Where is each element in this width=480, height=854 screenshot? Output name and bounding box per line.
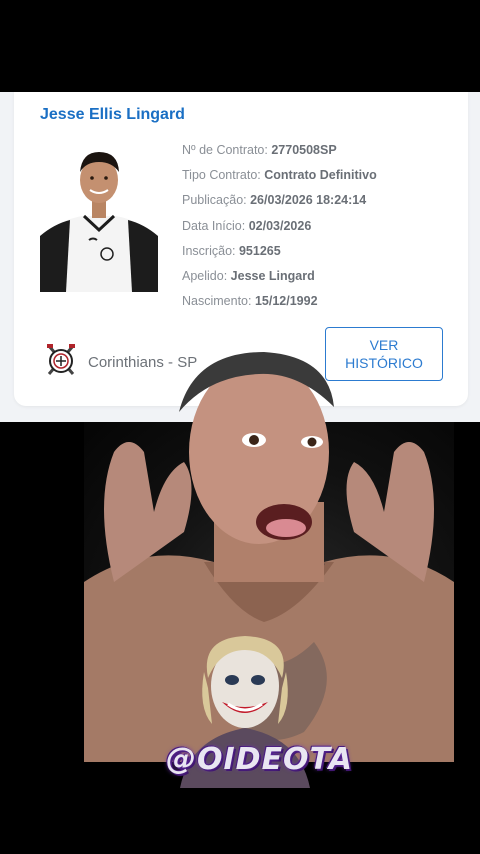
info-row-registration: Inscrição: 951265 <box>182 243 281 258</box>
info-row-nickname: Apelido: Jesse Lingard <box>182 268 315 283</box>
info-row-contract-number: Nº de Contrato: 2770508SP <box>182 143 337 157</box>
player-name[interactable]: Jesse Ellis Lingard <box>40 106 185 124</box>
info-row-publication: Publicação: 26/03/2026 18:24:14 <box>182 193 367 208</box>
top-black-bar <box>0 0 480 92</box>
info-row-start-date: Data Início: 02/03/2026 <box>182 218 312 233</box>
club-crest-icon <box>44 340 78 385</box>
watermark-handle: @OIDEOTA <box>166 742 353 777</box>
info-row-birth-date: Nascimento: 15/12/1992 <box>182 294 318 309</box>
info-row-contract-type: Tipo Contrato: Contrato Definitivo <box>182 168 377 183</box>
player-photo <box>40 144 158 292</box>
contract-info-list: Nº de Contrato: 2770508SP Tipo Contrato:… <box>182 142 377 318</box>
